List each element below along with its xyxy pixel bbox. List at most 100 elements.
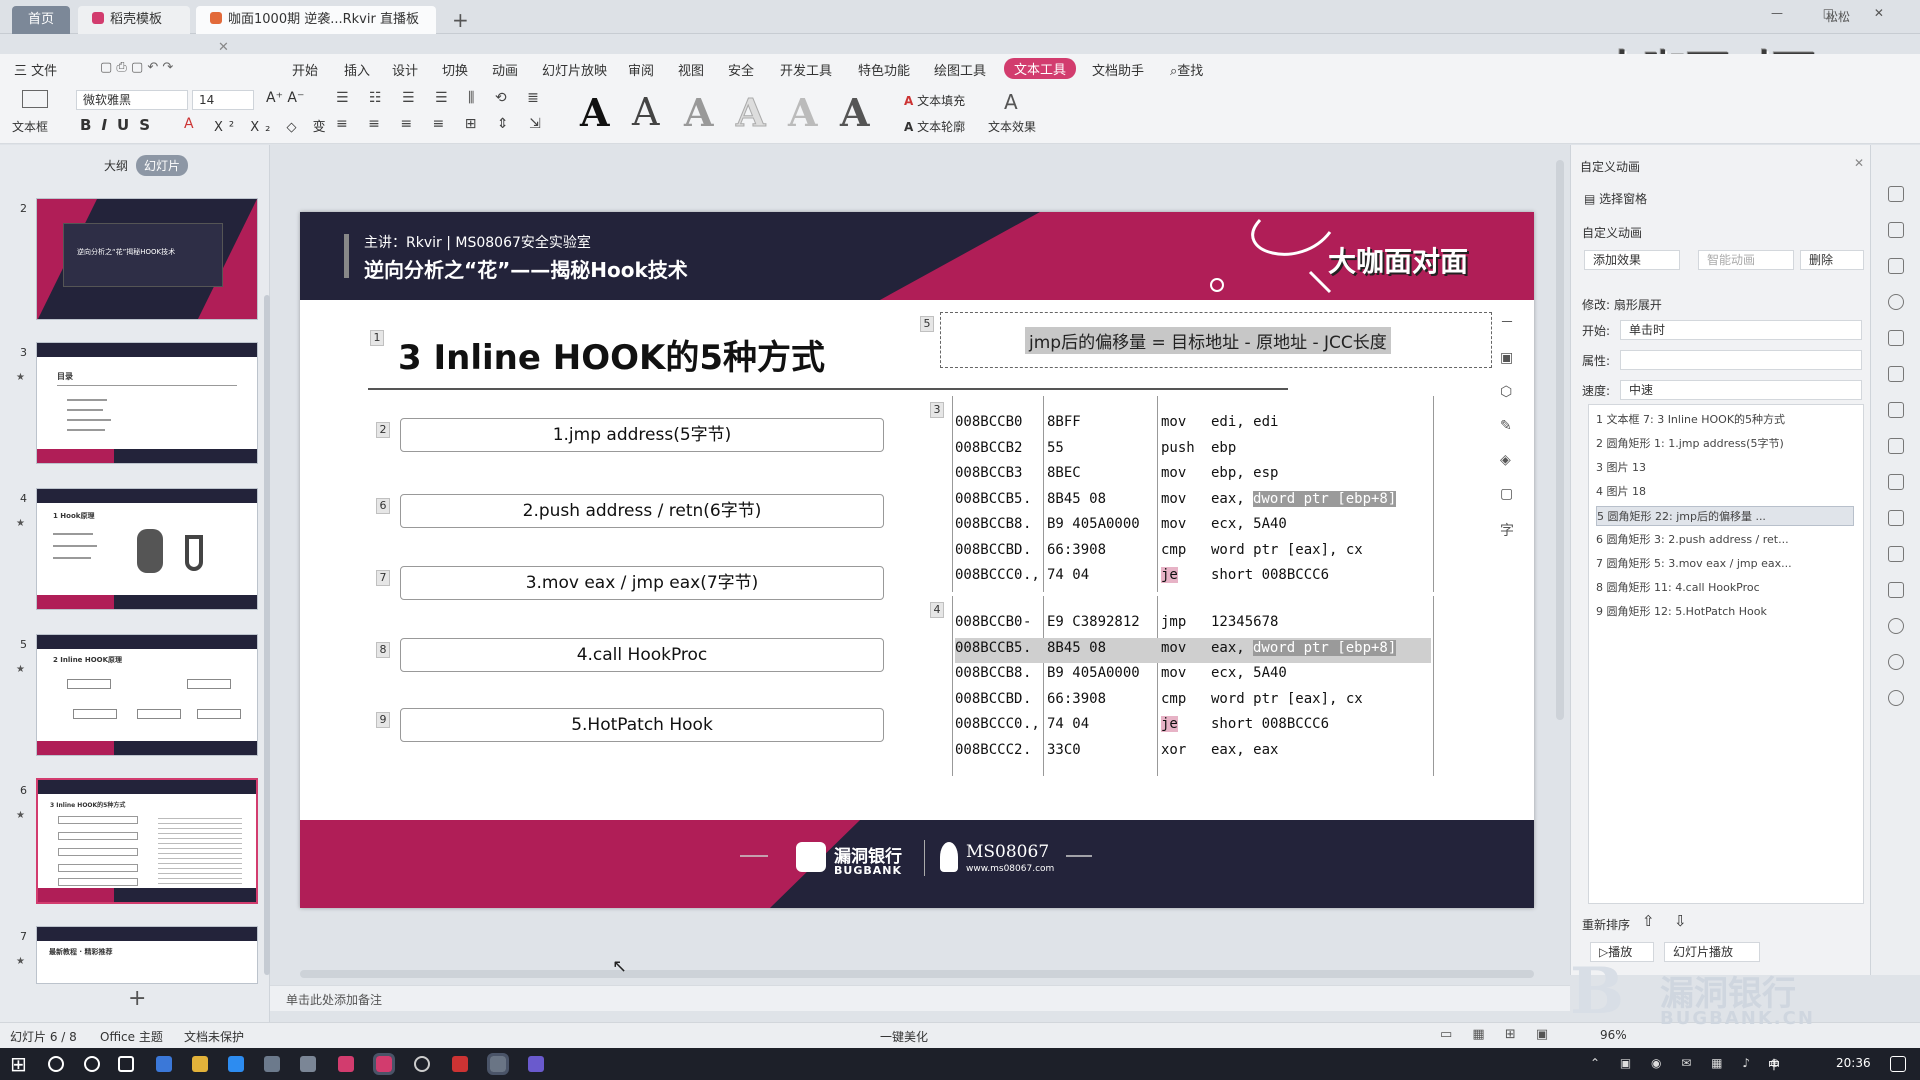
slide-icon[interactable] [1888, 474, 1904, 490]
slide-canvas[interactable]: 主讲：Rkvir | MS08067安全实验室 逆向分析之“花”——揭秘Hook… [300, 212, 1534, 908]
panel-close-icon[interactable]: ✕ [1854, 156, 1864, 170]
transition-icon[interactable] [1888, 438, 1904, 454]
animation-icon[interactable] [1888, 186, 1904, 202]
font-color-icon[interactable]: A [184, 116, 194, 132]
text-icon[interactable]: 字 [1500, 520, 1514, 540]
history-icon[interactable] [1888, 654, 1904, 670]
font-name-select[interactable]: 微软雅黑 [76, 90, 188, 110]
app-icon[interactable] [452, 1056, 468, 1072]
menu-search[interactable]: ⌕查找 [1170, 60, 1203, 79]
slide-thumbnail-2[interactable]: 逆向分析之“花”揭秘HOOK技术 [36, 198, 258, 320]
doc-protection[interactable]: 文档未保护 [184, 1028, 244, 1045]
anim-item[interactable]: 4 图片 18 [1596, 482, 1854, 502]
store-icon[interactable] [228, 1056, 244, 1072]
fill-icon[interactable]: ◈ [1500, 452, 1514, 468]
one-click-beautify[interactable]: 一键美化 [880, 1028, 928, 1045]
menu-view[interactable]: 视图 [678, 60, 704, 79]
menu-insert[interactable]: 插入 [344, 60, 370, 79]
add-slide-button[interactable]: + [128, 986, 146, 1011]
menu-start[interactable]: 开始 [292, 60, 318, 79]
vertical-scrollbar[interactable] [1556, 160, 1564, 720]
clock[interactable]: 20:36 [1836, 1056, 1871, 1070]
menu-features[interactable]: 特色功能 [858, 60, 910, 79]
anim-item[interactable]: 2 圆角矩形 1: 1.jmp address(5字节) [1596, 434, 1854, 454]
text-style-preset-3[interactable]: A [684, 90, 713, 135]
ime-indicator[interactable]: 中 [1768, 1056, 1780, 1073]
zoom-level[interactable]: 96% [1600, 1028, 1627, 1042]
text-style-preset-1[interactable]: A [580, 90, 609, 135]
view-mode-icons[interactable]: ▭ ▦ ⊞ ▣ [1440, 1027, 1556, 1042]
anim-item[interactable]: 1 文本框 7: 3 Inline HOOK的5种方式 [1596, 410, 1854, 430]
menu-animation[interactable]: 动画 [492, 60, 518, 79]
anim-item[interactable]: 7 圆角矩形 5: 3.mov eax / jmp eax... [1596, 554, 1854, 574]
slideshow-button[interactable]: 幻灯片播放 [1664, 942, 1760, 962]
anim-item[interactable]: 3 图片 13 [1596, 458, 1854, 478]
font-style-buttons[interactable]: BIUS [80, 116, 160, 134]
list-paragraph-icons[interactable]: ☰ ☷ ☰ ☰ ⫼ ⟲ ≣ [336, 90, 547, 106]
offset-formula[interactable]: jmp后的偏移量 = 目标地址 - 原地址 - JCC长度 [1025, 327, 1391, 354]
tab-current-document[interactable]: 咖面1000期 逆袭...Rkvir 直播板 ✕ [196, 6, 436, 55]
menu-text-tools[interactable]: 文本工具 [1004, 58, 1077, 79]
sound-icon[interactable] [1888, 582, 1904, 598]
window-controls[interactable]: — □ ✕ [1771, 6, 1902, 20]
method-hotpatch-hook[interactable]: 5.HotPatch Hook [400, 708, 884, 742]
formula-selection-box[interactable]: jmp后的偏移量 = 目标地址 - 原地址 - JCC长度 [940, 312, 1492, 368]
text-fill-button[interactable]: A 文本填充 [904, 92, 965, 109]
new-tab-button[interactable]: + [452, 8, 469, 32]
horizontal-scrollbar[interactable] [300, 970, 1534, 978]
help-icon[interactable] [1888, 690, 1904, 706]
slide-side-tool-icons[interactable]: － ▣ ⬡ ✎ ◈ ▢ 字 [1500, 312, 1514, 540]
textbox-label[interactable]: 文本框 [12, 118, 48, 135]
property-icon[interactable] [1888, 330, 1904, 346]
slide-thumbnail-5[interactable]: 2 Inline HOOK原理 [36, 634, 258, 756]
slide-thumbnail-6[interactable]: 3 Inline HOOK的5种方式 [36, 778, 258, 904]
move-down-icon[interactable]: ⇩ [1674, 912, 1687, 930]
animation-list[interactable] [1588, 404, 1864, 904]
text-style-preset-6[interactable]: A [840, 90, 869, 135]
textbox-icon[interactable] [22, 90, 48, 108]
app-icon[interactable] [300, 1056, 316, 1072]
text-outline-button[interactable]: A 文本轮廓 [904, 118, 965, 135]
text-effect-icon[interactable]: A [1004, 90, 1018, 114]
anim-item[interactable]: 9 圆角矩形 12: 5.HotPatch Hook [1596, 602, 1854, 622]
notification-icon[interactable] [1890, 1056, 1906, 1072]
wps-presentation-icon[interactable] [373, 1053, 395, 1075]
method-jmp-address[interactable]: 1.jmp address(5字节) [400, 418, 884, 452]
add-effect-button[interactable]: 添加效果 [1584, 250, 1680, 270]
menu-security[interactable]: 安全 [728, 60, 754, 79]
media-icon[interactable] [1888, 546, 1904, 562]
speed-select[interactable]: 中速 [1620, 380, 1862, 400]
slide-thumbnail-3[interactable]: 目录 [36, 342, 258, 464]
copy-icon[interactable] [1888, 222, 1904, 238]
menu-transition[interactable]: 切换 [442, 60, 468, 79]
move-up-icon[interactable]: ⇧ [1642, 912, 1655, 930]
tab-outline[interactable]: 大纲 [96, 155, 136, 176]
gear-icon[interactable] [1888, 618, 1904, 634]
pen-icon[interactable]: ✎ [1500, 418, 1514, 434]
shape-icon[interactable] [1888, 258, 1904, 274]
delete-button[interactable]: 删除 [1800, 250, 1864, 270]
font-size-select[interactable]: 14 [192, 90, 254, 110]
notes-area[interactable]: 单击此处添加备注 [270, 985, 1570, 1011]
method-mov-jmp-eax[interactable]: 3.mov eax / jmp eax(7字节) [400, 566, 884, 600]
close-tab-icon[interactable]: ✕ [218, 40, 229, 55]
slide-thumbnail-4[interactable]: 1 Hook原理 [36, 488, 258, 610]
tray-icons[interactable]: ⌃ ▣ ◉ ✉ ▦ ♪ ⊕ [1590, 1056, 1788, 1070]
chart-icon[interactable] [1888, 402, 1904, 418]
menu-review[interactable]: 审阅 [628, 60, 654, 79]
layers-icon[interactable]: ▣ [1500, 350, 1514, 366]
menu-drawing-tools[interactable]: 绘图工具 [934, 60, 986, 79]
anim-item-selected[interactable]: 5 圆角矩形 22: jmp后的偏移量 ... [1596, 506, 1854, 526]
theme-name[interactable]: Office 主题 [100, 1028, 163, 1045]
home-tab[interactable]: 首页 [12, 6, 70, 34]
text-style-preset-4[interactable]: A [735, 90, 766, 136]
disassembly-image-1[interactable]: 008BCCB0 8BFF mov edi, edi 008BCCB2 55 push e… [952, 396, 1438, 592]
rotate-handle-icon[interactable] [1210, 278, 1224, 292]
edit-icon[interactable] [1888, 510, 1904, 526]
menu-doc-assistant[interactable]: 文档助手 [1092, 60, 1144, 79]
app-icon[interactable] [487, 1053, 509, 1075]
menu-file[interactable]: 三 文件 [14, 60, 57, 79]
slide-heading[interactable]: 3 Inline HOOK的5种方式 [398, 330, 825, 379]
text-style-preset-5[interactable]: A [788, 90, 817, 135]
quick-access-icons[interactable]: ▢ ⎙ ▢ ↶ ↷ [100, 60, 173, 75]
